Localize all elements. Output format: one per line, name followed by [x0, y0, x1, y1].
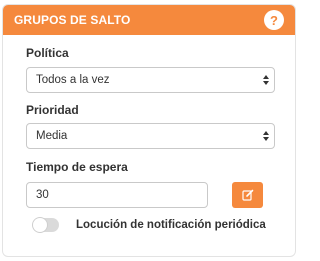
question-icon[interactable]: ? [264, 10, 284, 30]
select-arrows-icon [263, 131, 269, 141]
grupos-de-salto-panel: GRUPOS DE SALTO ? Política Todos a la ve… [2, 4, 296, 257]
select-arrows-icon [263, 75, 269, 85]
toggle-label: Locución de notificación periódica [76, 219, 266, 231]
politica-label: Política [26, 46, 69, 60]
toggle-knob [33, 218, 47, 232]
panel-title: GRUPOS DE SALTO [14, 13, 131, 27]
politica-select[interactable]: Todos a la vez [26, 67, 275, 93]
politica-select-value: Todos a la vez [36, 74, 110, 86]
tiempo-espera-label: Tiempo de espera [26, 160, 128, 174]
tiempo-espera-input[interactable]: 30 [26, 182, 208, 208]
periodic-notification-toggle[interactable] [33, 218, 59, 232]
edit-button[interactable] [232, 182, 263, 208]
edit-icon [241, 189, 253, 201]
panel-header: GRUPOS DE SALTO ? [3, 5, 295, 35]
tiempo-espera-value: 30 [36, 189, 49, 201]
prioridad-select[interactable]: Media [26, 123, 275, 149]
prioridad-select-value: Media [36, 130, 68, 142]
prioridad-label: Prioridad [26, 103, 79, 117]
